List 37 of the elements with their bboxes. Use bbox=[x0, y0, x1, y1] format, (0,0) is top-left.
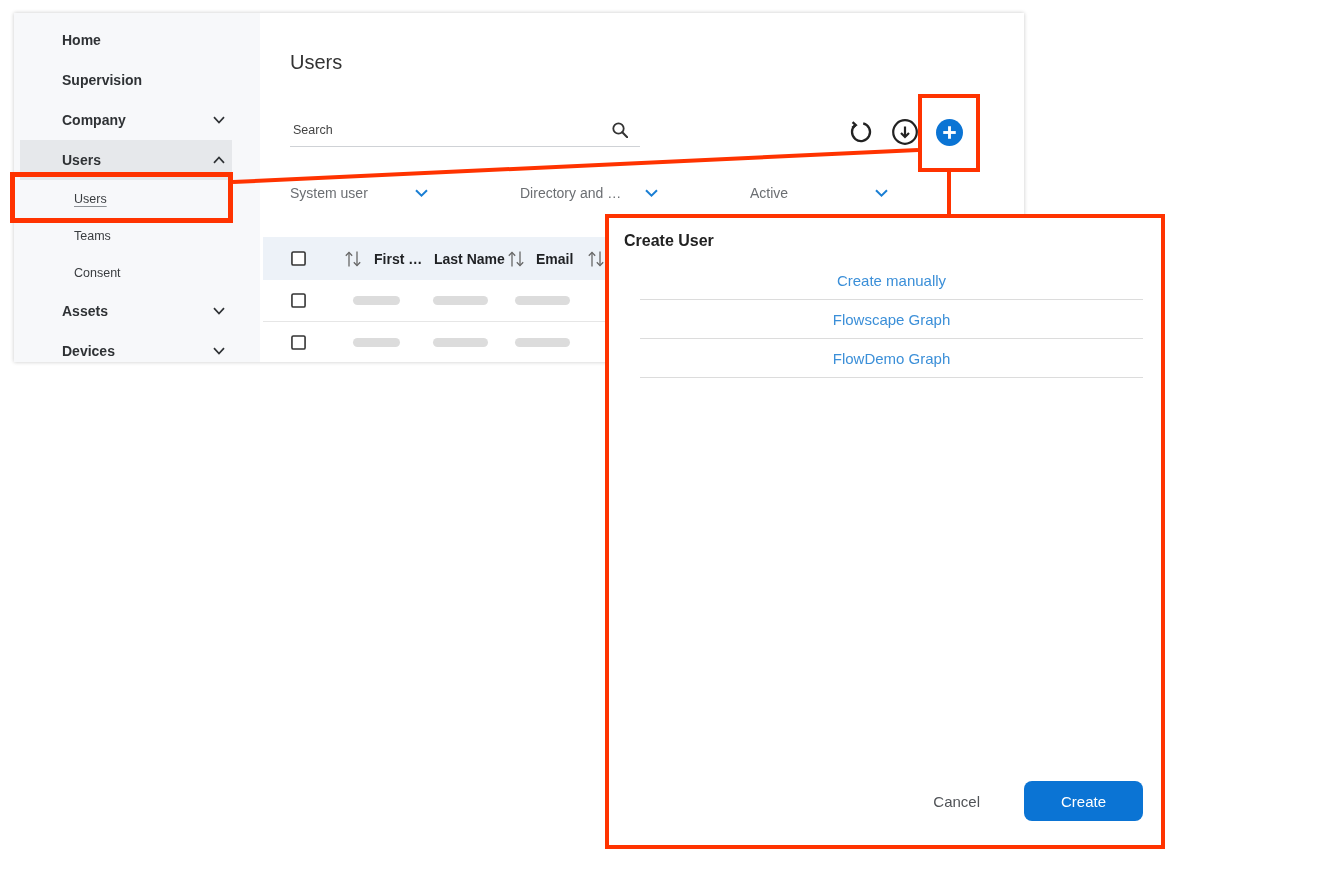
filter-dropdown[interactable]: Directory and … bbox=[520, 178, 658, 208]
dialog-title: Create User bbox=[624, 231, 714, 251]
column-header[interactable]: Last Name bbox=[430, 250, 525, 267]
refresh-icon bbox=[849, 120, 873, 144]
sort-icon bbox=[506, 250, 525, 267]
create-button[interactable]: Create bbox=[1024, 781, 1143, 821]
chevron-down-icon bbox=[645, 189, 658, 197]
search-icon bbox=[612, 122, 628, 138]
row-checkbox[interactable] bbox=[291, 293, 306, 308]
sidebar-item[interactable]: Consent bbox=[20, 254, 232, 291]
chevron-down-icon bbox=[415, 189, 428, 197]
dialog-option[interactable]: Flowscape Graph bbox=[640, 300, 1143, 339]
dialog-option[interactable]: Create manually bbox=[640, 261, 1143, 300]
chevron-down-icon bbox=[875, 189, 888, 197]
sidebar-item[interactable]: Teams bbox=[20, 217, 232, 254]
page-title: Users bbox=[290, 50, 343, 75]
search-field[interactable]: Search bbox=[290, 113, 640, 147]
select-all-checkbox[interactable] bbox=[291, 251, 306, 266]
sort-icon bbox=[587, 250, 606, 267]
filter-dropdown[interactable]: Active bbox=[750, 178, 888, 208]
add-button[interactable] bbox=[934, 117, 964, 147]
download-icon bbox=[892, 119, 918, 145]
add-icon bbox=[935, 118, 963, 146]
filter-dropdown[interactable]: System user bbox=[290, 178, 428, 208]
sidebar-item[interactable]: Company bbox=[20, 100, 232, 140]
sidebar-item[interactable]: Users bbox=[20, 180, 232, 217]
sidebar-item[interactable]: Supervision bbox=[20, 60, 232, 100]
sort-icon bbox=[344, 250, 362, 267]
column-header[interactable]: Email bbox=[530, 250, 606, 267]
row-checkbox[interactable] bbox=[291, 335, 306, 350]
sidebar-item[interactable]: Devices bbox=[20, 331, 232, 362]
sidebar-item[interactable]: Home bbox=[20, 20, 232, 60]
cancel-button[interactable]: Cancel bbox=[927, 781, 986, 821]
download-button[interactable] bbox=[890, 117, 920, 147]
sidebar-item[interactable]: Assets bbox=[20, 291, 232, 331]
column-header[interactable]: First … bbox=[340, 250, 423, 267]
dialog-option[interactable]: FlowDemo Graph bbox=[640, 339, 1143, 378]
